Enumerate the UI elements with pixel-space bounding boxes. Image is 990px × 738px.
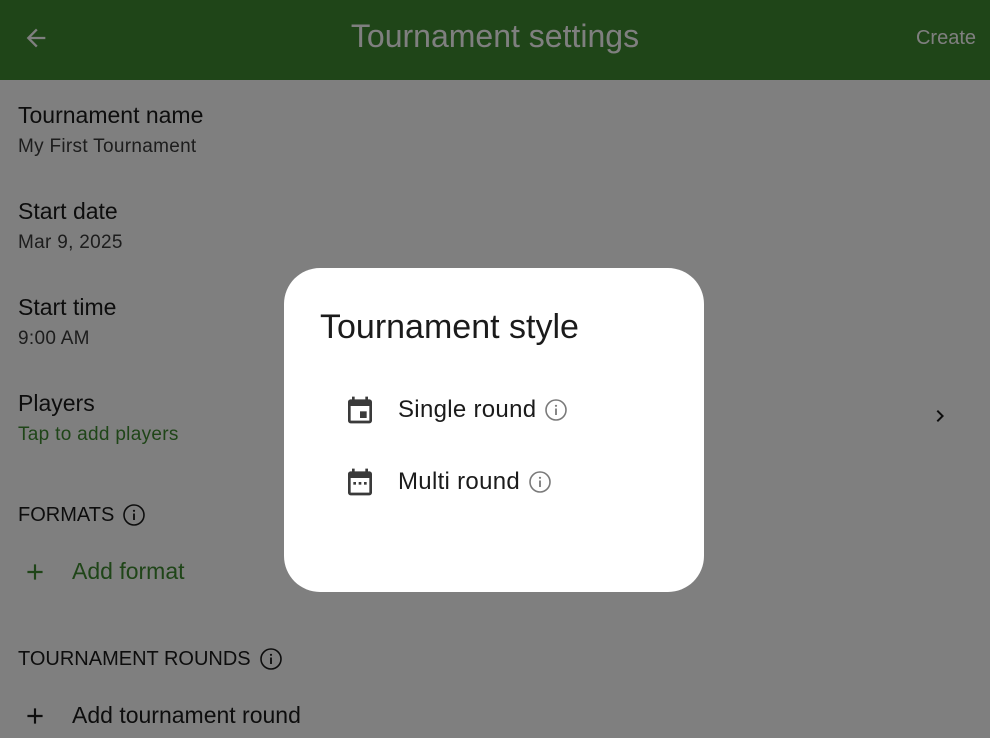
multi-round-label: Multi round — [398, 468, 521, 495]
multi-round-option[interactable]: Multi round — [344, 466, 552, 498]
info-icon[interactable] — [528, 470, 552, 494]
dialog-title: Tournament style — [320, 308, 579, 346]
info-icon[interactable] — [544, 398, 568, 422]
single-round-option[interactable]: Single round — [344, 394, 568, 426]
calendar-single-icon — [348, 396, 372, 424]
single-round-label: Single round — [398, 396, 537, 423]
tournament-style-dialog: Tournament style Single round Multi roun… — [284, 268, 704, 592]
calendar-multi-icon — [348, 468, 372, 496]
